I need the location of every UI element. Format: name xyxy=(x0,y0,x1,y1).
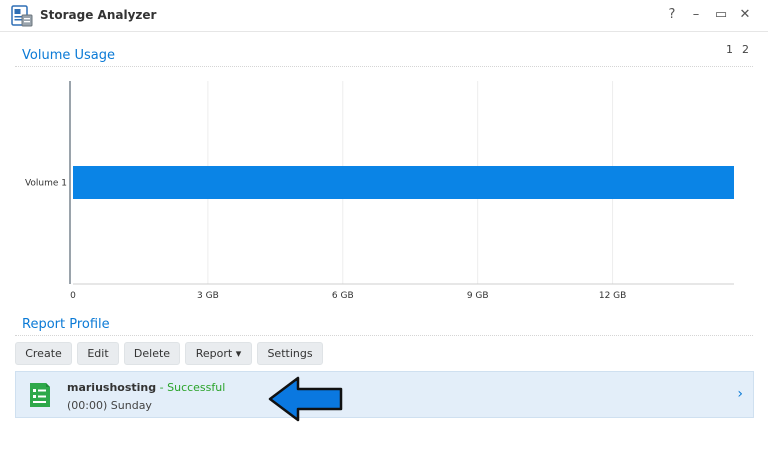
x-tick-label: 9 GB xyxy=(467,291,489,301)
window-title: Storage Analyzer xyxy=(40,8,157,22)
create-button[interactable]: Create xyxy=(15,342,72,365)
pointer-arrow-annotation xyxy=(268,376,343,422)
page-1-link[interactable]: 1 xyxy=(726,43,733,56)
bar-volume-1 xyxy=(73,166,734,199)
profile-name-line: mariushosting - Successful xyxy=(67,381,225,394)
profile-schedule: (00:00) Sunday xyxy=(67,399,152,412)
storage-analyzer-app-icon xyxy=(11,5,33,27)
report-profile-title: Report Profile xyxy=(22,317,110,332)
report-dropdown-button[interactable]: Report ▾ xyxy=(185,342,252,365)
close-icon[interactable]: ✕ xyxy=(737,7,753,22)
y-category-label: Volume 1 xyxy=(25,179,67,189)
x-tick-label: 0 xyxy=(70,291,76,301)
title-bar: Storage Analyzer ? – ▭ ✕ xyxy=(0,0,768,32)
x-tick-label: 3 GB xyxy=(197,291,219,301)
report-profile-row[interactable]: mariushosting - Successful (00:00) Sunda… xyxy=(15,371,754,418)
section-divider xyxy=(15,66,753,67)
section-divider xyxy=(15,335,753,336)
settings-button[interactable]: Settings xyxy=(257,342,323,365)
report-profile-icon xyxy=(30,383,50,407)
help-icon[interactable]: ? xyxy=(664,7,680,22)
x-tick-label: 6 GB xyxy=(332,291,354,301)
profile-separator: - xyxy=(156,381,168,394)
volume-usage-chart: 0 3 GB 6 GB 9 GB 12 GB Volume 1 xyxy=(25,81,734,301)
profile-status: Successful xyxy=(167,381,226,394)
minimize-icon[interactable]: – xyxy=(688,7,704,22)
maximize-icon[interactable]: ▭ xyxy=(713,7,729,22)
volume-usage-title: Volume Usage xyxy=(22,48,115,63)
chevron-right-icon[interactable]: › xyxy=(737,386,743,402)
profile-name: mariushosting xyxy=(67,381,157,394)
delete-button[interactable]: Delete xyxy=(124,342,180,365)
x-tick-label: 12 GB xyxy=(599,291,626,301)
page-2-link[interactable]: 2 xyxy=(742,43,749,56)
edit-button[interactable]: Edit xyxy=(77,342,119,365)
